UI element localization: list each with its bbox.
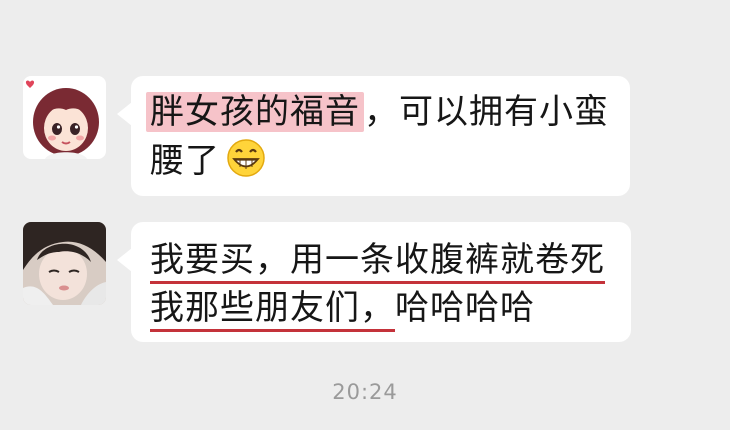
message-2-line-1: 我要买，用一条收腹裤就卷死 [150,238,605,284]
timestamp: 20:24 [332,380,398,404]
highlighted-text: 胖女孩的福音 [146,92,364,132]
message-2-line-2: 我那些朋友们，哈哈哈哈 [150,286,535,332]
cartoon-girl-icon [25,80,99,159]
message-1-line-1: 胖女孩的福音 ，可以拥有小蛮 [146,90,609,134]
avatar-cartoon-girl[interactable] [23,76,106,159]
profile-photo-icon [23,222,106,305]
underlined-text: 我要买，用一条收腹裤就卷死 [150,240,605,284]
message-bubble-1[interactable]: 胖女孩的福音 ，可以拥有小蛮 腰了 [117,76,630,196]
underlined-text: 我那些朋友们， [150,288,395,332]
message-text: ，可以拥有小蛮 [364,92,609,132]
message-text: 腰了 [150,141,220,181]
message-text: 哈哈哈哈 [395,288,535,328]
message-bubble-2[interactable]: 我要买，用一条收腹裤就卷死 我那些朋友们，哈哈哈哈 [117,222,631,342]
avatar-photo[interactable] [23,222,106,305]
message-1-line-2: 腰了 [150,138,266,189]
grinning-face-icon [226,138,266,189]
